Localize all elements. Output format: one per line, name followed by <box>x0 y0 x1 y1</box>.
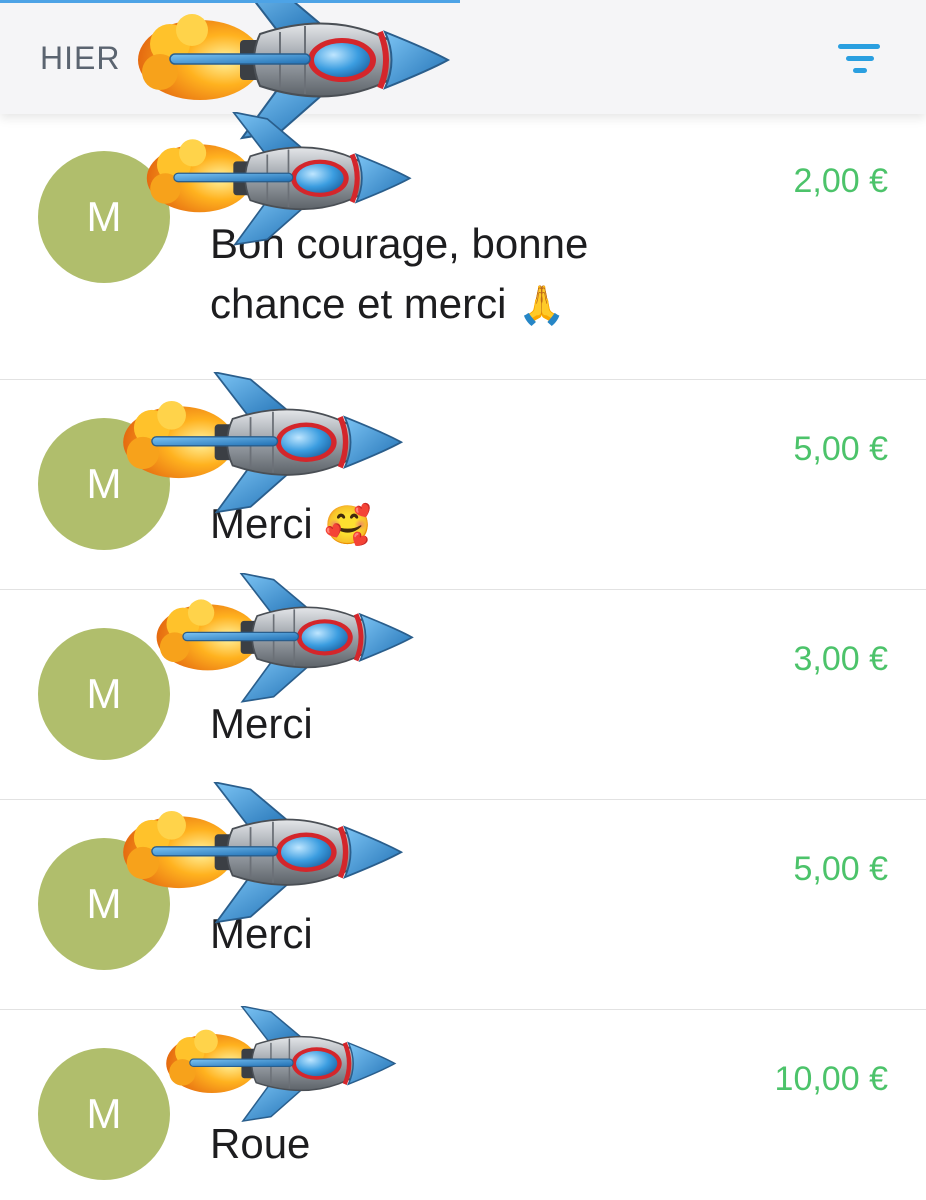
message: Merci <box>210 694 680 754</box>
transaction-row[interactable]: M 10,00 € Roue <box>0 1009 926 1200</box>
avatar: M <box>38 151 170 283</box>
transaction-row[interactable]: M 2,00 € Bon courage, bonne chance et me… <box>0 114 926 380</box>
filter-icon <box>838 44 880 73</box>
filter-button[interactable] <box>836 40 884 80</box>
message: Merci 🥰 <box>210 494 680 555</box>
section-header: HIER <box>0 0 926 114</box>
amount: 5,00 € <box>793 850 888 888</box>
amount: 10,00 € <box>774 1060 888 1098</box>
progress-indicator <box>0 0 460 3</box>
message: Bon courage, bonne chance et merci 🙏 <box>210 214 680 335</box>
message-text: Merci <box>210 700 313 747</box>
message: Merci <box>210 904 680 964</box>
section-title: HIER <box>40 40 121 76</box>
avatar: M <box>38 418 170 550</box>
amount: 2,00 € <box>793 162 888 200</box>
amount: 5,00 € <box>793 430 888 468</box>
smiling-face-hearts-emoji: 🥰 <box>324 503 372 547</box>
transaction-row[interactable]: M 5,00 € Merci <box>0 799 926 1010</box>
message-text: Roue <box>210 1120 311 1167</box>
avatar: M <box>38 1048 170 1180</box>
avatar: M <box>38 838 170 970</box>
message: Roue <box>210 1114 680 1174</box>
avatar: M <box>38 628 170 760</box>
message-text: Merci <box>210 500 313 547</box>
folded-hands-emoji: 🙏 <box>518 283 566 327</box>
amount: 3,00 € <box>793 640 888 678</box>
message-text: Merci <box>210 910 313 957</box>
transaction-row[interactable]: M 3,00 € Merci <box>0 589 926 800</box>
transaction-row[interactable]: M 5,00 € Merci 🥰 <box>0 379 926 590</box>
